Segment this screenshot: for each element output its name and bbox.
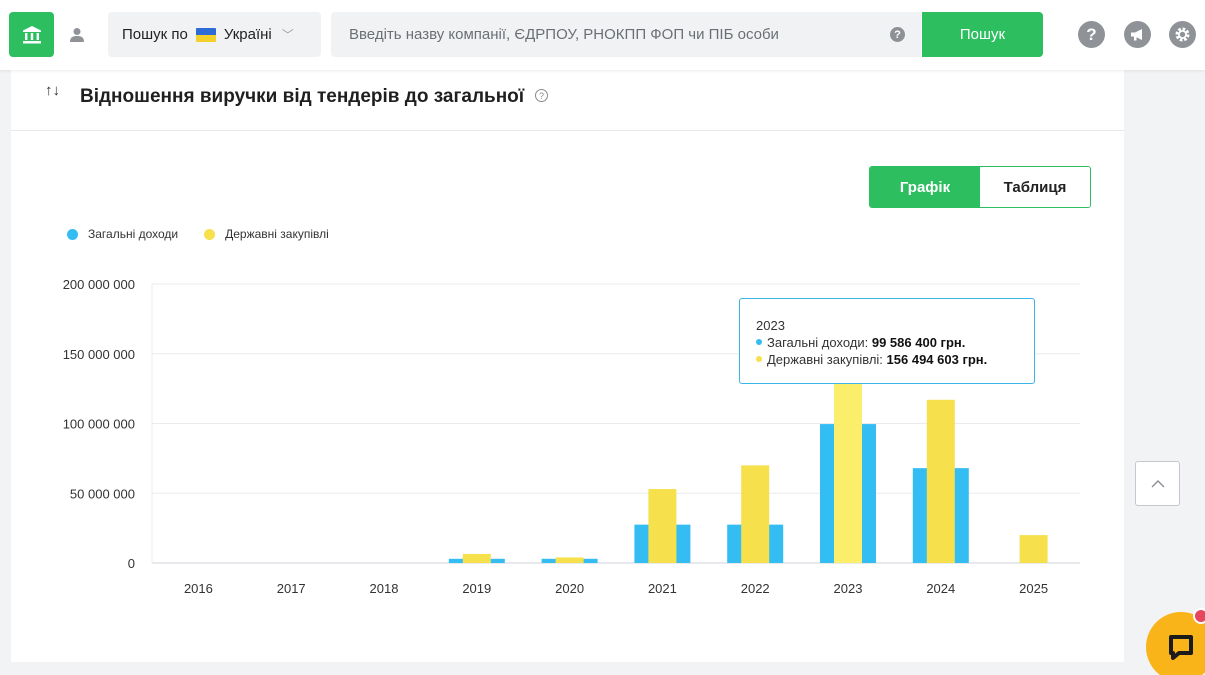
x-tick-label: 2016 bbox=[184, 581, 213, 596]
search-prefix-label: Пошук по bbox=[122, 26, 188, 43]
y-tick-label: 100 000 000 bbox=[63, 417, 135, 432]
country-label: Україні bbox=[223, 26, 272, 43]
top-bar: Пошук по Україні ﹀ ? Пошук ? bbox=[0, 0, 1205, 70]
home-button[interactable] bbox=[9, 12, 54, 57]
user-button[interactable] bbox=[58, 12, 96, 57]
megaphone-icon[interactable] bbox=[1124, 21, 1151, 48]
tooltip-value: 156 494 603 грн. bbox=[886, 352, 988, 367]
bar-public-2022 bbox=[741, 465, 770, 563]
x-tick-label: 2025 bbox=[1019, 581, 1048, 596]
revenue-ratio-card: ↑↓ Відношення виручки від тендерів до за… bbox=[11, 70, 1124, 662]
chat-notification-badge bbox=[1193, 608, 1205, 624]
x-tick-label: 2023 bbox=[834, 581, 863, 596]
x-tick-label: 2021 bbox=[648, 581, 677, 596]
y-tick-label: 200 000 000 bbox=[63, 277, 135, 292]
search-box: ? bbox=[331, 12, 921, 57]
search-help-icon[interactable]: ? bbox=[890, 27, 905, 42]
bar-public-2019 bbox=[462, 553, 491, 563]
chart-tooltip: 2023 Загальні доходи: 99 586 400 грн. Де… bbox=[739, 298, 1035, 384]
tooltip-line-public: Державні закупівлі: 156 494 603 грн. bbox=[756, 351, 1034, 368]
tooltip-label: Державні закупівлі: bbox=[767, 352, 887, 367]
x-tick-label: 2024 bbox=[926, 581, 955, 596]
x-tick-label: 2018 bbox=[370, 581, 399, 596]
x-tick-label: 2019 bbox=[462, 581, 491, 596]
tooltip-value: 99 586 400 грн. bbox=[871, 335, 966, 350]
megaphone-shape bbox=[1131, 29, 1142, 41]
bar-public-2025 bbox=[1019, 535, 1048, 563]
bar-public-2020 bbox=[555, 557, 584, 563]
tooltip-label: Загальні доходи: bbox=[767, 335, 872, 350]
bar-public-2021 bbox=[648, 489, 677, 563]
bar-public-2024 bbox=[926, 399, 955, 563]
flag-ukraine-icon bbox=[195, 27, 216, 42]
x-tick-label: 2017 bbox=[277, 581, 306, 596]
bank-icon bbox=[22, 25, 41, 43]
scroll-top-button[interactable] bbox=[1135, 461, 1180, 506]
user-icon bbox=[70, 27, 84, 42]
y-tick-label: 0 bbox=[128, 556, 135, 571]
gear-shape bbox=[1175, 27, 1190, 42]
tooltip-year: 2023 bbox=[756, 318, 785, 333]
help-icon[interactable]: ? bbox=[1078, 21, 1105, 48]
x-tick-label: 2020 bbox=[555, 581, 584, 596]
chevron-up-icon bbox=[1151, 479, 1164, 487]
search-button[interactable]: Пошук bbox=[922, 12, 1043, 57]
tooltip-line-total: Загальні доходи: 99 586 400 грн. bbox=[756, 334, 1034, 351]
chat-icon bbox=[1169, 635, 1193, 660]
country-select[interactable]: Пошук по Україні ﹀ bbox=[108, 12, 321, 57]
chevron-down-icon: ﹀ bbox=[281, 28, 294, 42]
x-tick-label: 2022 bbox=[741, 581, 770, 596]
search-input[interactable] bbox=[331, 12, 881, 57]
settings-icon[interactable] bbox=[1169, 21, 1196, 48]
y-tick-label: 50 000 000 bbox=[70, 486, 135, 501]
y-tick-label: 150 000 000 bbox=[63, 347, 135, 362]
